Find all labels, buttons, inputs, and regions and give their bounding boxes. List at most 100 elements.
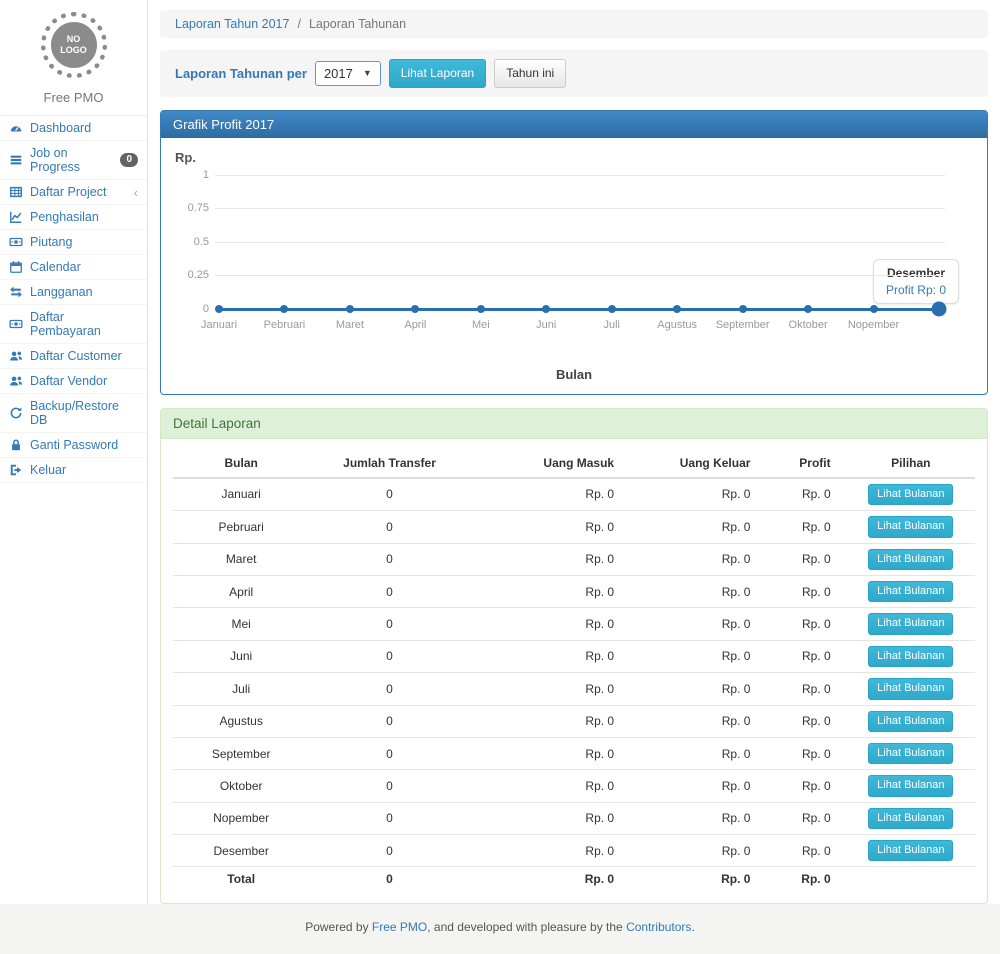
lihat-bulanan-button-agustus[interactable]: Lihat Bulanan (868, 711, 953, 732)
column-header-bulan: Bulan (173, 449, 309, 478)
cell-uang_masuk: Rp. 0 (470, 478, 630, 511)
cell-jumlah_transfer: 0 (309, 673, 469, 705)
table-row: Agustus0Rp. 0Rp. 0Rp. 0Lihat Bulanan (173, 705, 975, 737)
chart-point-agustus[interactable] (673, 305, 681, 313)
cell-pilihan: Lihat Bulanan (847, 705, 975, 737)
job-count-badge: 0 (120, 153, 138, 167)
profit-chart: Desember Profit Rp: 0 10.750.50.250Janua… (173, 167, 975, 363)
cell-uang_keluar: Rp. 0 (630, 511, 766, 543)
gridline (215, 275, 945, 276)
column-header-profit: Profit (766, 449, 846, 478)
tooltip-value: Profit Rp: 0 (886, 283, 946, 297)
retweet-icon (9, 285, 23, 299)
chart-point-desember[interactable] (932, 301, 947, 316)
cell-uang_masuk: Rp. 0 (470, 511, 630, 543)
cell-uang_keluar: Rp. 0 (630, 802, 766, 834)
breadcrumb-link[interactable]: Laporan Tahun 2017 (175, 17, 289, 31)
cell-bulan: Maret (173, 543, 309, 575)
cell-jumlah_transfer: 0 (309, 608, 469, 640)
sidebar-item-label: Backup/Restore DB (30, 399, 138, 427)
sidebar-item-label: Daftar Pembayaran (30, 310, 138, 338)
profit-series-line (219, 308, 939, 311)
chevron-left-icon: ‹ (134, 186, 138, 199)
lihat-bulanan-button-maret[interactable]: Lihat Bulanan (868, 549, 953, 570)
sidebar-item-dashboard[interactable]: Dashboard (0, 116, 147, 141)
cell-uang_keluar: Rp. 0 (630, 737, 766, 769)
footer-link-contributors[interactable]: Contributors (626, 920, 691, 934)
cell-uang_masuk: Rp. 0 (470, 867, 630, 892)
lihat-bulanan-button-januari[interactable]: Lihat Bulanan (868, 484, 953, 505)
table-row: Nopember0Rp. 0Rp. 0Rp. 0Lihat Bulanan (173, 802, 975, 834)
cell-uang_masuk: Rp. 0 (470, 575, 630, 607)
chart-point-juli[interactable] (608, 305, 616, 313)
sidebar-item-daftar-project[interactable]: Daftar Project‹ (0, 180, 147, 205)
table-row: Oktober0Rp. 0Rp. 0Rp. 0Lihat Bulanan (173, 770, 975, 802)
lihat-bulanan-button-juni[interactable]: Lihat Bulanan (868, 646, 953, 667)
logo-ring: NO LOGO (41, 12, 107, 78)
cell-uang_keluar: Rp. 0 (630, 543, 766, 575)
sidebar-item-langganan[interactable]: Langganan (0, 280, 147, 305)
cell-jumlah_transfer: 0 (309, 575, 469, 607)
chart-point-pebruari[interactable] (280, 305, 288, 313)
chart-point-mei[interactable] (477, 305, 485, 313)
sidebar-item-label: Ganti Password (30, 438, 118, 452)
chart-point-oktober[interactable] (804, 305, 812, 313)
lihat-bulanan-button-juli[interactable]: Lihat Bulanan (868, 678, 953, 699)
tahun-ini-button[interactable]: Tahun ini (494, 59, 566, 88)
lihat-bulanan-button-april[interactable]: Lihat Bulanan (868, 581, 953, 602)
year-select[interactable]: 2017 ▼ (315, 61, 381, 86)
sidebar-item-piutang[interactable]: Piutang (0, 230, 147, 255)
line-chart-icon (9, 210, 23, 224)
sidebar-item-daftar-vendor[interactable]: Daftar Vendor (0, 369, 147, 394)
sidebar-item-daftar-customer[interactable]: Daftar Customer (0, 344, 147, 369)
x-tick-label: Agustus (657, 319, 697, 331)
lihat-bulanan-button-oktober[interactable]: Lihat Bulanan (868, 775, 953, 796)
cell-uang_masuk: Rp. 0 (470, 608, 630, 640)
chart-point-april[interactable] (411, 305, 419, 313)
money-icon (9, 317, 23, 331)
cell-profit: Rp. 0 (766, 835, 846, 867)
chart-point-maret[interactable] (346, 305, 354, 313)
chart-point-september[interactable] (739, 305, 747, 313)
sidebar-item-ganti-password[interactable]: Ganti Password (0, 433, 147, 458)
cell-bulan: Agustus (173, 705, 309, 737)
sidebar-item-daftar-pembayaran[interactable]: Daftar Pembayaran (0, 305, 147, 344)
x-axis-title: Bulan (173, 367, 975, 382)
lihat-bulanan-button-september[interactable]: Lihat Bulanan (868, 743, 953, 764)
lihat-bulanan-button-mei[interactable]: Lihat Bulanan (868, 613, 953, 634)
sidebar-item-penghasilan[interactable]: Penghasilan (0, 205, 147, 230)
chart-point-juni[interactable] (542, 305, 550, 313)
chart-point-nopember[interactable] (870, 305, 878, 313)
sidebar-item-label: Daftar Customer (30, 349, 122, 363)
cell-uang_keluar: Rp. 0 (630, 478, 766, 511)
cell-uang_masuk: Rp. 0 (470, 705, 630, 737)
cell-uang_keluar: Rp. 0 (630, 640, 766, 672)
y-tick-label: 0 (173, 303, 209, 315)
sidebar-item-job-on-progress[interactable]: Job on Progress0 (0, 141, 147, 180)
sidebar-item-calendar[interactable]: Calendar (0, 255, 147, 280)
chart-tooltip: Desember Profit Rp: 0 (873, 259, 959, 304)
lihat-bulanan-button-desember[interactable]: Lihat Bulanan (868, 840, 953, 861)
column-header-uang-masuk: Uang Masuk (470, 449, 630, 478)
cell-bulan: September (173, 737, 309, 769)
x-tick-label: Pebruari (264, 319, 306, 331)
y-tick-label: 0.75 (173, 202, 209, 214)
chart-point-januari[interactable] (215, 305, 223, 313)
cell-bulan: Mei (173, 608, 309, 640)
chevron-down-icon: ▼ (363, 68, 372, 78)
cell-jumlah_transfer: 0 (309, 835, 469, 867)
lihat-bulanan-button-pebruari[interactable]: Lihat Bulanan (868, 516, 953, 537)
filter-bar: Laporan Tahunan per 2017 ▼ Lihat Laporan… (160, 50, 988, 97)
y-tick-label: 1 (173, 169, 209, 181)
cell-profit: Rp. 0 (766, 867, 846, 892)
sidebar-item-backup-restore-db[interactable]: Backup/Restore DB (0, 394, 147, 433)
cell-pilihan: Lihat Bulanan (847, 835, 975, 867)
lihat-bulanan-button-nopember[interactable]: Lihat Bulanan (868, 808, 953, 829)
sidebar: NO LOGO Free PMO DashboardJob on Progres… (0, 0, 148, 904)
footer-link-freepmo[interactable]: Free PMO (372, 920, 427, 934)
sidebar-item-keluar[interactable]: Keluar (0, 458, 147, 483)
cell-uang_masuk: Rp. 0 (470, 737, 630, 769)
lihat-laporan-button[interactable]: Lihat Laporan (389, 59, 486, 88)
cell-uang_keluar: Rp. 0 (630, 673, 766, 705)
gridline (215, 208, 945, 209)
